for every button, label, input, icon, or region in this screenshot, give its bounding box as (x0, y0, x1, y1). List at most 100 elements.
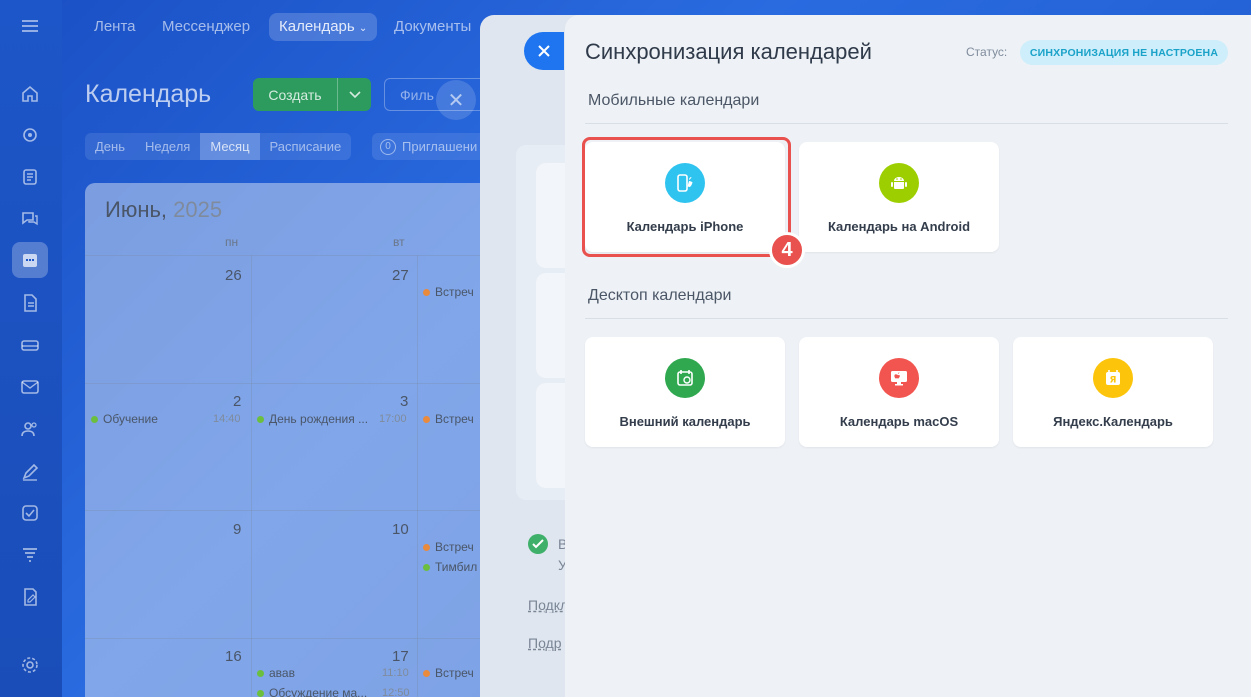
day-number[interactable]: 26 (225, 267, 242, 284)
documents-icon[interactable] (16, 289, 44, 317)
nav-calendar[interactable]: Календарь ⌄ (269, 13, 378, 41)
tile-android[interactable]: Календарь на Android (799, 142, 999, 252)
divider (585, 123, 1228, 124)
sign-icon[interactable] (16, 583, 44, 611)
event-time-text: 12:50 (382, 687, 410, 697)
event-title: Встреч (435, 412, 474, 426)
tile-label: Календарь на Android (827, 219, 971, 234)
slider-link[interactable]: Подр (528, 635, 562, 651)
pen-icon[interactable] (16, 458, 44, 486)
page-title: Календарь (85, 80, 212, 108)
close-icon (538, 45, 550, 57)
close-panel-button[interactable] (524, 32, 564, 70)
event-item[interactable]: День рождения ... (257, 412, 368, 426)
tile-label: Календарь macOS (839, 414, 959, 429)
day-number[interactable]: 9 (233, 521, 241, 538)
step-badge: 4 (769, 232, 805, 268)
divider (585, 318, 1228, 319)
grid-line (85, 383, 505, 384)
view-switcher: День Неделя Месяц Расписание (85, 133, 352, 160)
highlight-frame (582, 137, 791, 257)
view-month[interactable]: Месяц (200, 133, 260, 160)
event-title: Обучение (103, 412, 158, 426)
tile-macos[interactable]: Календарь macOS (799, 337, 999, 447)
event-time: 14:40 (213, 413, 241, 425)
menu-icon[interactable] (16, 12, 44, 40)
day-number[interactable]: 17 (392, 648, 409, 665)
event-time: 17:00 (379, 413, 407, 425)
desktop-section-title: Десктоп календари (588, 287, 732, 304)
event-item[interactable]: Встреч (423, 412, 474, 426)
event-time: 12:50 (382, 687, 410, 697)
event-dot (423, 563, 430, 571)
event-title: Встреч (435, 285, 474, 299)
nav-documents[interactable]: Документы (384, 13, 481, 41)
month-year: 2025 (173, 197, 223, 222)
tasks-icon[interactable] (16, 163, 44, 191)
event-item[interactable]: Обсуждение ма... (257, 686, 367, 697)
macos-icon (879, 358, 919, 398)
grid-line (85, 510, 505, 511)
tile-external-calendar[interactable]: Внешний календарь (585, 337, 785, 447)
settings-icon[interactable] (16, 651, 44, 679)
nav-calendar-label: Календарь (279, 18, 355, 35)
checkbox-icon[interactable] (16, 499, 44, 527)
left-rail (0, 0, 62, 697)
day-number[interactable]: 16 (225, 648, 242, 665)
view-day[interactable]: День (85, 133, 135, 160)
status-badge: СИНХРОНИЗАЦИЯ НЕ НАСТРОЕНА (1020, 40, 1228, 65)
day-number[interactable]: 3 (400, 393, 408, 410)
status-label: Статус: (966, 45, 1008, 59)
yandex-calendar-icon: Я (1093, 358, 1133, 398)
tile-yandex-calendar[interactable]: Я Яндекс.Календарь (1013, 337, 1213, 447)
create-button[interactable]: Создать (253, 78, 371, 111)
slider-link[interactable]: Подкл (528, 597, 568, 613)
event-dot (423, 415, 430, 423)
panel-title: Синхронизация календарей (585, 39, 872, 64)
event-dot (257, 415, 264, 423)
view-schedule[interactable]: Расписание (259, 133, 352, 160)
event-item[interactable]: Обучение (91, 412, 158, 426)
feed-icon[interactable] (16, 121, 44, 149)
event-item[interactable]: Встреч (423, 666, 474, 680)
event-title: Обсуждение ма... (269, 686, 368, 697)
event-dot (257, 689, 264, 697)
create-button-label: Создать (268, 86, 322, 103)
event-title: авав (269, 666, 295, 680)
event-title: День рождения ... (269, 412, 369, 426)
filter-icon[interactable] (16, 541, 44, 569)
event-item[interactable]: авав (257, 666, 295, 680)
check-icon (528, 534, 548, 554)
grid-line (417, 255, 418, 697)
chevron-down-icon[interactable] (337, 78, 371, 111)
event-time-text: 17:00 (379, 413, 407, 425)
event-item[interactable]: Встреч (423, 285, 474, 299)
svg-text:Я: Я (1110, 376, 1117, 386)
day-header-tue: вт (393, 235, 405, 249)
mail-icon[interactable] (16, 373, 44, 401)
event-time-text: 14:40 (213, 413, 241, 425)
grid-line (85, 638, 505, 639)
sync-panel: Синхронизация календарей Статус: СИНХРОН… (565, 15, 1251, 697)
grid-line (251, 255, 252, 697)
event-item[interactable]: Тимбил (423, 560, 477, 574)
nav-feed[interactable]: Лента (84, 13, 146, 41)
close-icon[interactable]: ✕ (436, 80, 476, 120)
contacts-icon[interactable] (16, 415, 44, 443)
tile-label: Внешний календарь (619, 414, 751, 429)
calendar-icon[interactable] (12, 242, 48, 278)
day-number[interactable]: 2 (233, 393, 241, 410)
drive-icon[interactable] (16, 331, 44, 359)
nav-messenger[interactable]: Мессенджер (152, 13, 260, 41)
view-week[interactable]: Неделя (135, 133, 201, 160)
month-grid: Июнь, 2025 пн вт 26 27 Встреч 2 3 Обучен… (85, 183, 505, 697)
chat-icon[interactable] (16, 205, 44, 233)
external-calendar-icon (665, 358, 705, 398)
day-number[interactable]: 27 (392, 267, 409, 284)
event-time-text: 11:10 (382, 667, 409, 679)
event-title: Встреч (435, 540, 474, 554)
day-number[interactable]: 10 (392, 521, 409, 538)
event-item[interactable]: Встреч (423, 540, 474, 554)
day-header-mon: пн (225, 235, 239, 249)
home-icon[interactable] (16, 80, 44, 108)
